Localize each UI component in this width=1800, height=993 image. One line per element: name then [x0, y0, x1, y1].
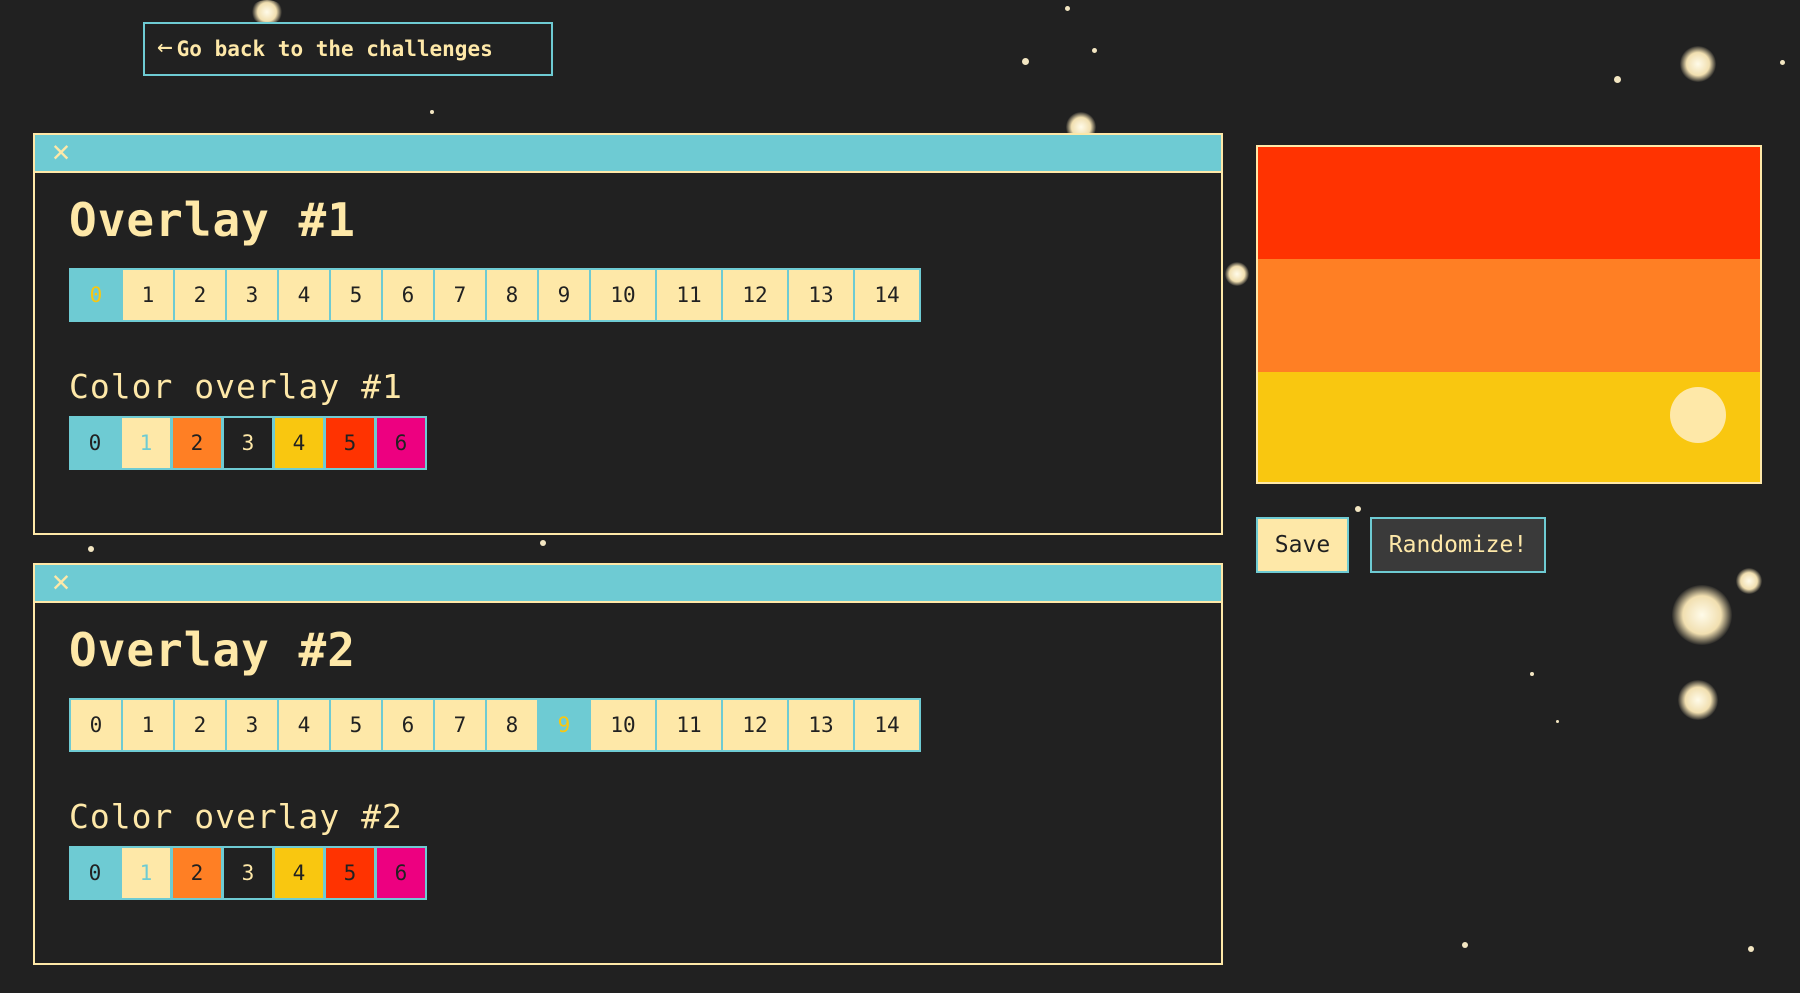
overlay-step-option[interactable]: 5 — [329, 698, 383, 752]
close-icon[interactable]: ✕ — [48, 567, 74, 597]
overlay-step-option[interactable]: 4 — [277, 268, 331, 322]
overlay-step-option[interactable]: 1 — [121, 268, 175, 322]
overlay-step-option[interactable]: 2 — [173, 698, 227, 752]
overlay-title: Overlay #1 — [69, 193, 356, 247]
overlay-step-selector: 0 1 2 3 4 5 6 7 8 9 10 11 12 13 14 — [69, 698, 921, 752]
overlay-step-option[interactable]: 3 — [225, 698, 279, 752]
arrow-left-icon: ← — [157, 32, 173, 62]
preview-band-top — [1258, 147, 1760, 259]
overlay-step-option[interactable]: 10 — [589, 698, 657, 752]
overlay-step-option[interactable]: 0 — [69, 268, 123, 322]
color-swatch[interactable]: 5 — [324, 416, 376, 470]
randomize-button[interactable]: Randomize! — [1370, 517, 1546, 573]
color-overlay-title: Color overlay #1 — [69, 367, 403, 406]
overlay-step-selector: 0 1 2 3 4 5 6 7 8 9 10 11 12 13 14 — [69, 268, 921, 322]
overlay-step-option[interactable]: 8 — [485, 268, 539, 322]
overlay-step-option[interactable]: 7 — [433, 268, 487, 322]
color-swatch[interactable]: 6 — [375, 416, 427, 470]
overlay-step-option[interactable]: 1 — [121, 698, 175, 752]
color-swatch-selector: 0123456 — [69, 846, 427, 900]
color-swatch[interactable]: 6 — [375, 846, 427, 900]
overlay-step-option[interactable]: 12 — [721, 698, 789, 752]
color-swatch[interactable]: 2 — [171, 846, 223, 900]
overlay-step-option[interactable]: 10 — [589, 268, 657, 322]
color-swatch[interactable]: 1 — [120, 846, 172, 900]
color-swatch[interactable]: 2 — [171, 416, 223, 470]
overlay-step-option[interactable]: 13 — [787, 268, 855, 322]
color-swatch[interactable]: 0 — [69, 416, 121, 470]
panel-titlebar: ✕ — [35, 135, 1221, 173]
overlay-step-option[interactable]: 5 — [329, 268, 383, 322]
color-swatch[interactable]: 0 — [69, 846, 121, 900]
color-overlay-title: Color overlay #2 — [69, 797, 403, 836]
overlay-title: Overlay #2 — [69, 623, 356, 677]
preview-sun-circle — [1670, 387, 1726, 443]
flag-preview — [1256, 145, 1762, 484]
color-swatch[interactable]: 4 — [273, 846, 325, 900]
color-swatch[interactable]: 5 — [324, 846, 376, 900]
overlay-step-option[interactable]: 7 — [433, 698, 487, 752]
overlay-step-option[interactable]: 12 — [721, 268, 789, 322]
overlay-step-option[interactable]: 13 — [787, 698, 855, 752]
color-swatch[interactable]: 4 — [273, 416, 325, 470]
overlay-step-option[interactable]: 4 — [277, 698, 331, 752]
overlay-step-option[interactable]: 9 — [537, 698, 591, 752]
overlay-step-option[interactable]: 6 — [381, 268, 435, 322]
overlay-step-option[interactable]: 8 — [485, 698, 539, 752]
overlay-step-option[interactable]: 14 — [853, 268, 921, 322]
overlay-panel-1: ✕ Overlay #1 0 1 2 3 4 5 6 7 8 9 10 11 12 13 14 Color … — [33, 133, 1223, 535]
overlay-step-option[interactable]: 11 — [655, 698, 723, 752]
color-swatch[interactable]: 3 — [222, 846, 274, 900]
overlay-step-option[interactable]: 3 — [225, 268, 279, 322]
overlay-panel-2: ✕ Overlay #2 0 1 2 3 4 5 6 7 8 9 10 11 12 13 14 Color … — [33, 563, 1223, 965]
close-icon[interactable]: ✕ — [48, 137, 74, 167]
overlay-step-option[interactable]: 6 — [381, 698, 435, 752]
overlay-step-option[interactable]: 9 — [537, 268, 591, 322]
back-to-challenges-button[interactable]: ← Go back to the challenges — [143, 22, 553, 76]
color-swatch-selector: 0123456 — [69, 416, 427, 470]
overlay-step-option[interactable]: 11 — [655, 268, 723, 322]
panel-titlebar: ✕ — [35, 565, 1221, 603]
color-swatch[interactable]: 1 — [120, 416, 172, 470]
overlay-step-option[interactable]: 2 — [173, 268, 227, 322]
overlay-step-option[interactable]: 0 — [69, 698, 123, 752]
preview-band-middle — [1258, 259, 1760, 372]
back-button-label: Go back to the challenges — [176, 37, 493, 61]
overlay-step-option[interactable]: 14 — [853, 698, 921, 752]
save-button[interactable]: Save — [1256, 517, 1349, 573]
color-swatch[interactable]: 3 — [222, 416, 274, 470]
